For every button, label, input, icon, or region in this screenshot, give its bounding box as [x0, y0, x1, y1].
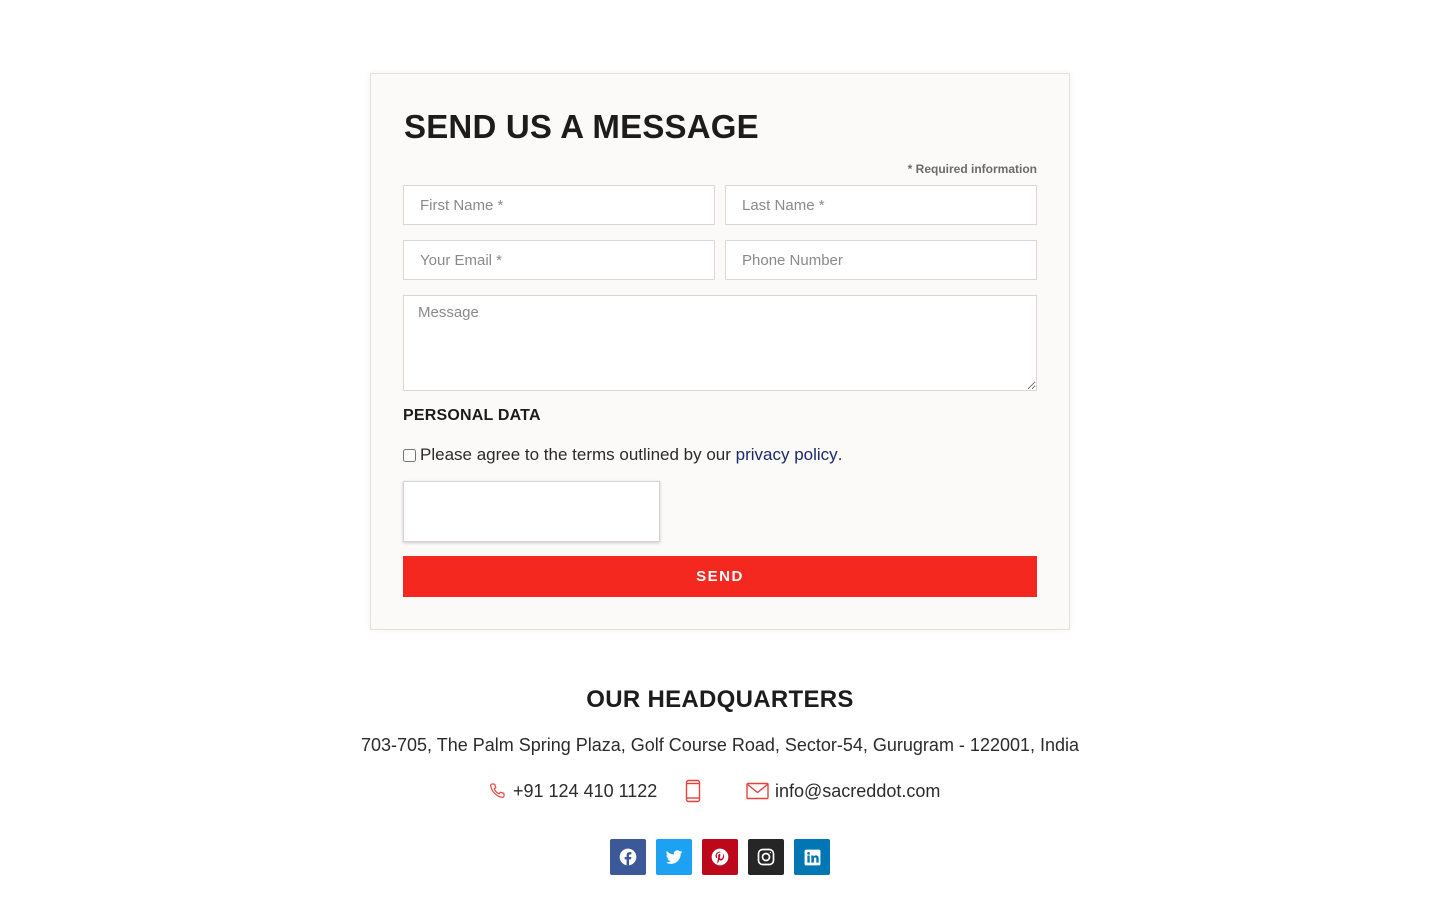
send-button[interactable]: SEND	[403, 556, 1037, 597]
linkedin-icon	[804, 849, 820, 865]
mobile-icon	[684, 779, 702, 803]
page: SEND US A MESSAGE * Required information…	[0, 0, 1440, 900]
agree-text: Please agree to the terms outlined by ou…	[420, 445, 731, 464]
pinterest-link[interactable]	[702, 839, 738, 875]
instagram-icon	[757, 848, 775, 866]
phone-contact[interactable]: +91 124 410 1122	[487, 778, 657, 804]
mobile-contact[interactable]	[684, 778, 702, 804]
required-note: * Required information	[907, 162, 1037, 176]
linkedin-link[interactable]	[794, 839, 830, 875]
privacy-checkbox[interactable]	[403, 448, 416, 462]
agree-suffix: .	[837, 445, 843, 464]
twitter-link[interactable]	[656, 839, 692, 875]
personal-data-title: PERSONAL DATA	[403, 407, 541, 424]
social-links	[610, 839, 830, 875]
pinterest-icon	[711, 848, 729, 866]
phone-icon	[487, 780, 507, 802]
headquarters-address: 703-705, The Palm Spring Plaza, Golf Cou…	[360, 735, 1080, 755]
twitter-icon	[665, 850, 683, 864]
instagram-link[interactable]	[748, 839, 784, 875]
contact-row: +91 124 410 1122 info@sacreddot.com	[0, 778, 1440, 804]
captcha-box[interactable]	[403, 481, 660, 542]
privacy-agree-row: Please agree to the terms outlined by ou…	[403, 445, 842, 465]
form-title: SEND US A MESSAGE	[404, 108, 759, 145]
facebook-icon	[619, 848, 637, 866]
phone-number: +91 124 410 1122	[513, 780, 658, 801]
phone-input[interactable]	[725, 240, 1037, 280]
first-name-input[interactable]	[403, 185, 715, 225]
last-name-input[interactable]	[725, 185, 1037, 225]
email-contact[interactable]: info@sacreddot.com	[746, 778, 940, 804]
message-textarea[interactable]	[403, 295, 1037, 391]
privacy-policy-link[interactable]: privacy policy	[736, 445, 838, 465]
mail-icon	[746, 782, 769, 800]
email-address: info@sacreddot.com	[775, 780, 941, 801]
contact-form-card: SEND US A MESSAGE * Required information…	[370, 73, 1070, 630]
headquarters-title: OUR HEADQUARTERS	[586, 686, 854, 713]
email-input[interactable]	[403, 240, 715, 280]
facebook-link[interactable]	[610, 839, 646, 875]
